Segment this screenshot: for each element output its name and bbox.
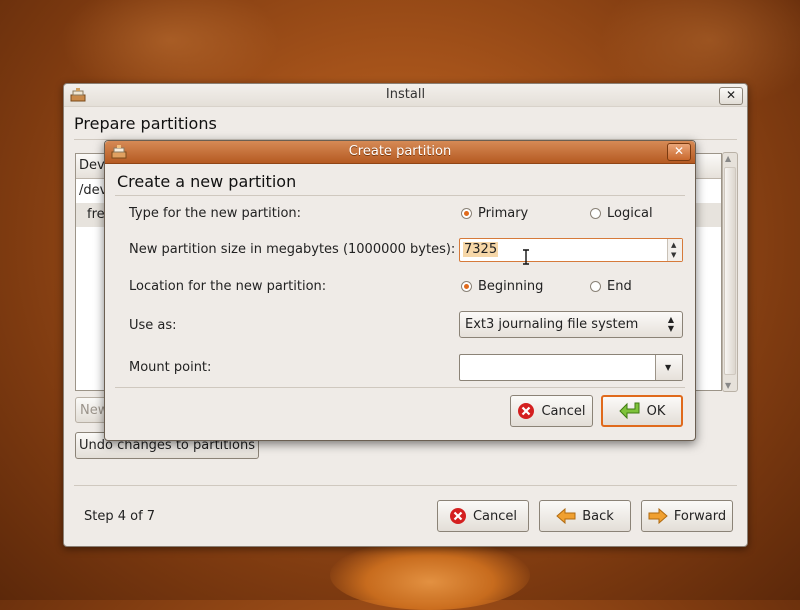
page-title: Prepare partitions [74, 114, 217, 133]
radio-button[interactable] [590, 208, 601, 219]
forward-button[interactable]: Forward [641, 500, 733, 532]
mount-label: Mount point: [129, 360, 212, 375]
cancel-icon [518, 403, 535, 419]
divider [115, 195, 685, 196]
radio-primary[interactable]: Primary [461, 206, 528, 221]
text-cursor-icon [523, 249, 529, 265]
radio-button[interactable] [461, 281, 472, 292]
window-titlebar[interactable]: Install ✕ [64, 84, 747, 107]
location-label: Location for the new partition: [129, 279, 327, 294]
forward-arrow-icon [648, 508, 668, 524]
combo-arrows-icon: ▲ ▼ [667, 315, 674, 333]
radio-button[interactable] [590, 281, 601, 292]
type-label: Type for the new partition: [129, 206, 302, 221]
dialog-heading: Create a new partition [117, 172, 297, 191]
radio-beginning[interactable]: Beginning [461, 279, 543, 294]
radio-end[interactable]: End [590, 279, 632, 294]
column-device[interactable]: Dev [79, 158, 105, 173]
scrollbar-thumb[interactable] [724, 167, 736, 375]
dialog-title: Create partition [348, 144, 452, 159]
cancel-button[interactable]: Cancel [437, 500, 529, 532]
ok-button[interactable]: OK [601, 395, 683, 427]
dialog-titlebar[interactable]: Create partition ✕ [105, 141, 695, 164]
mount-point-field[interactable]: ▼ [459, 354, 683, 381]
use-as-label: Use as: [129, 318, 177, 333]
size-value[interactable]: 7325 [463, 242, 499, 257]
step-indicator: Step 4 of 7 [84, 509, 156, 524]
size-label: New partition size in megabytes (1000000… [129, 242, 456, 257]
window-title: Install [385, 87, 426, 102]
spin-arrows-icon[interactable]: ▲ ▼ [667, 239, 682, 261]
use-as-select[interactable]: Ext3 journaling file system ▲ ▼ [459, 311, 683, 338]
create-partition-dialog: Create partition ✕ Create a new partitio… [104, 140, 696, 441]
mount-point-dropdown[interactable]: ▼ [655, 355, 682, 380]
radio-button[interactable] [461, 208, 472, 219]
radio-logical[interactable]: Logical [590, 206, 653, 221]
back-button[interactable]: Back [539, 500, 631, 532]
cancel-icon [449, 508, 466, 524]
vertical-scrollbar[interactable]: ▲ ▼ [722, 152, 738, 392]
dialog-cancel-button[interactable]: Cancel [510, 395, 593, 427]
dropdown-arrow-icon: ▼ [665, 363, 672, 372]
scroll-down-icon[interactable]: ▼ [725, 381, 731, 390]
divider [115, 387, 685, 388]
back-arrow-icon [556, 508, 576, 524]
divider [74, 485, 737, 486]
ok-check-icon [618, 402, 640, 420]
close-icon[interactable]: ✕ [667, 143, 691, 161]
scroll-up-icon[interactable]: ▲ [725, 154, 731, 163]
close-icon[interactable]: ✕ [719, 87, 743, 105]
size-spin-field[interactable]: 7325 ▲ ▼ [459, 238, 683, 262]
